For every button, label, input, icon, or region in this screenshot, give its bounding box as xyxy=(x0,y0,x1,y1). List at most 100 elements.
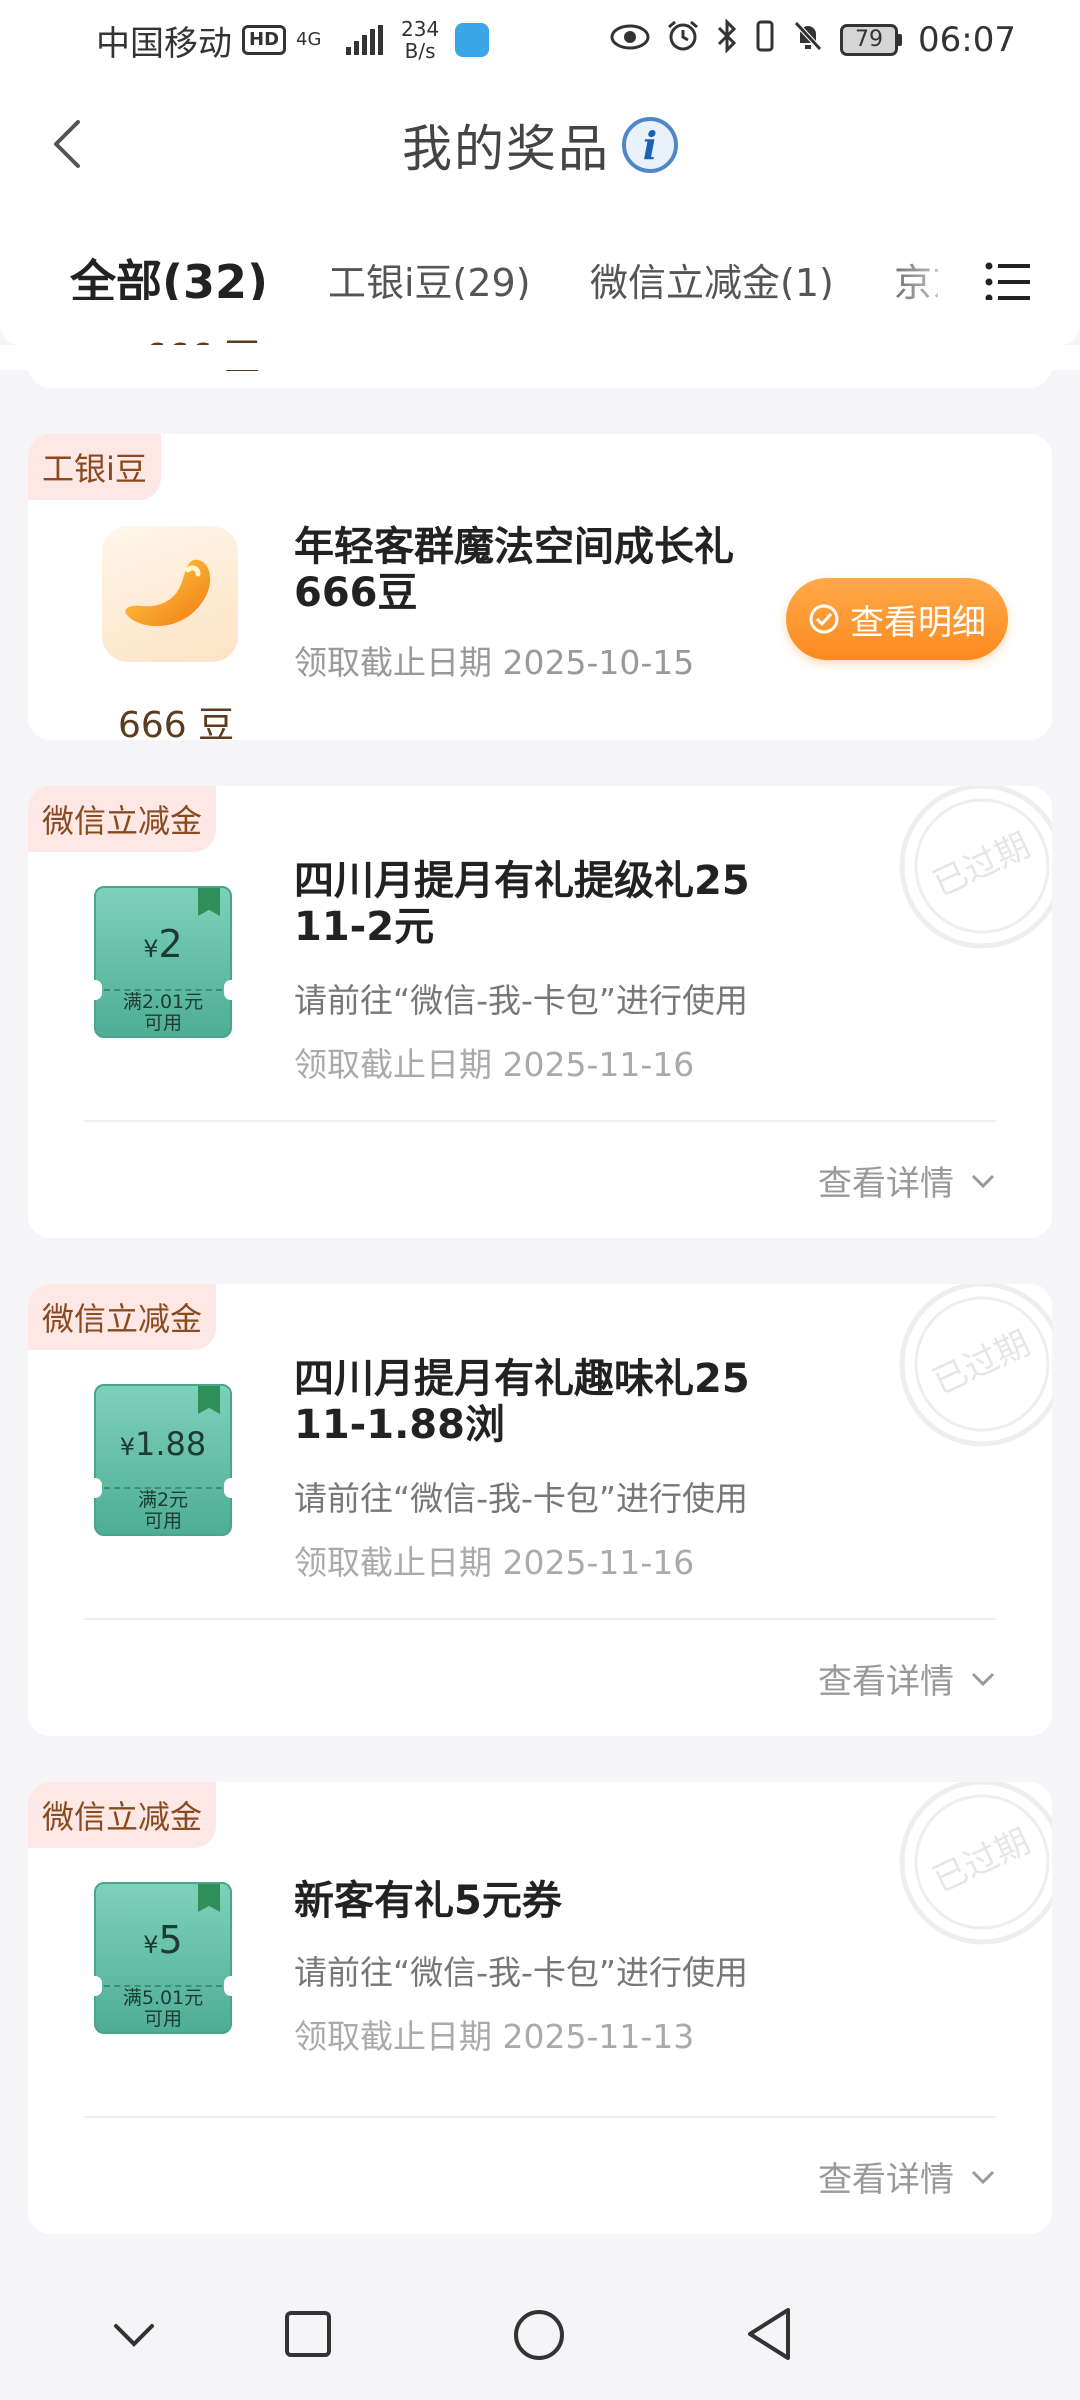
coupon-condition-usable: 可用 xyxy=(143,1012,182,1034)
signal-icon xyxy=(346,25,384,55)
view-more-label: 查看详情 xyxy=(818,1164,954,1204)
prize-description: 请前往“微信-我-卡包”进行使用 xyxy=(294,981,749,1020)
vibrate-icon xyxy=(754,19,776,61)
chevron-down-icon xyxy=(971,2170,995,2184)
expired-stamp-text: 已过期 xyxy=(927,1323,1036,1402)
tab-wechat-discount[interactable]: 微信立减金(1) xyxy=(590,252,834,307)
coupon-condition-usable: 可用 xyxy=(143,2008,182,2030)
coupon-image: ¥5 满5.01元 可用 xyxy=(88,1882,238,2034)
coupon-currency: ¥ xyxy=(143,1931,159,1959)
expired-stamp: 已过期 xyxy=(899,1284,1052,1447)
view-more-label: 查看详情 xyxy=(818,2160,954,2200)
alarm-icon xyxy=(666,19,700,61)
coupon-flag-icon xyxy=(198,1884,220,1912)
prize-description: 请前往“微信-我-卡包”进行使用 xyxy=(294,1953,749,1992)
chevron-down-icon xyxy=(971,1174,995,1188)
prize-title-line1: 四川月提月有礼趣味礼25 xyxy=(294,1356,750,1402)
battery-level: 79 xyxy=(840,24,899,56)
coupon-condition-threshold: 满2元 xyxy=(137,1489,189,1511)
carrier-label: 中国移动 xyxy=(96,23,232,64)
info-icon[interactable]: i xyxy=(622,117,678,173)
prize-title-line1: 四川月提月有礼提级礼25 xyxy=(294,858,750,904)
prize-tag: 微信立减金 xyxy=(28,1284,217,1350)
coupon-currency: ¥ xyxy=(119,1433,136,1461)
coupon-amount: 1.88 xyxy=(135,1425,207,1463)
coupon-image: ¥2 满2.01元 可用 xyxy=(88,886,238,1038)
eye-icon xyxy=(610,21,650,59)
chevron-down-icon xyxy=(971,1672,995,1686)
prize-card: 已过期 微信立减金 ¥1.88 满2元 可用 四川月提月有礼趣味礼25 11-1… xyxy=(28,1284,1052,1736)
prize-tag: 微信立减金 xyxy=(28,1782,217,1848)
page-header: 我的奖品 i xyxy=(0,80,1080,210)
recent-apps-icon[interactable] xyxy=(284,2310,332,2358)
battery-icon: 79 xyxy=(840,24,903,56)
home-icon[interactable] xyxy=(512,2308,566,2362)
bluetooth-icon xyxy=(716,18,738,61)
bean-amount: 666 豆 xyxy=(118,705,235,740)
system-nav-bar xyxy=(0,2270,1080,2400)
status-bar: 中国移动 HD 4G 234 B/s 79 06:07 xyxy=(0,0,1080,80)
page-title: 我的奖品 xyxy=(402,120,610,178)
view-details-button[interactable]: 查看明细 xyxy=(786,578,1008,660)
prize-tag: 工银i豆 xyxy=(28,434,161,500)
expired-stamp-text: 已过期 xyxy=(927,1821,1036,1900)
network-type: 4G xyxy=(296,29,322,50)
coupon-condition-threshold: 满2.01元 xyxy=(122,991,204,1013)
coupon-flag-icon xyxy=(198,888,220,916)
mute-bell-icon xyxy=(792,19,824,61)
prize-card: 工银i豆 666 豆 年轻客群魔法空间成长礼666豆 领取截止日期 2025-1… xyxy=(28,434,1052,740)
view-more-label: 查看详情 xyxy=(818,1662,954,1702)
hide-keyboard-chevron-icon[interactable] xyxy=(112,2320,156,2350)
coupon-condition: 满5.01元 可用 xyxy=(96,1988,230,2030)
bean-image xyxy=(102,526,238,662)
prize-card-partial: 666 豆 xyxy=(28,300,1052,388)
list-menu-icon[interactable] xyxy=(984,258,1032,306)
prize-description: 请前往“微信-我-卡包”进行使用 xyxy=(294,1479,749,1518)
coupon-amount: 5 xyxy=(158,1918,183,1962)
prize-deadline: 领取截止日期 2025-11-13 xyxy=(294,2017,695,2056)
prize-card: 已过期 微信立减金 ¥5 满5.01元 可用 新客有礼5元券 请前往“微信-我-… xyxy=(28,1782,1052,2234)
prize-tag: 微信立减金 xyxy=(28,786,217,852)
prize-title: 四川月提月有礼趣味礼25 11-1.88浏 xyxy=(294,1356,750,1448)
expired-stamp: 已过期 xyxy=(899,786,1052,949)
app-notification-icon xyxy=(455,23,490,57)
divider xyxy=(84,1120,996,1122)
view-details-label: 查看明细 xyxy=(850,602,986,643)
back-triangle-icon[interactable] xyxy=(744,2306,794,2362)
coupon-value: ¥1.88 xyxy=(96,1420,230,1464)
expired-stamp-text: 已过期 xyxy=(927,825,1036,904)
tab-icbc-beans[interactable]: 工银i豆(29) xyxy=(328,252,531,307)
back-arrow-icon[interactable] xyxy=(40,114,100,174)
view-more-link[interactable]: 查看详情 xyxy=(818,2152,996,2201)
prize-deadline: 领取截止日期 2025-10-15 xyxy=(294,643,695,682)
prize-title-line2: 11-2元 xyxy=(294,904,435,950)
coupon-condition: 满2.01元 可用 xyxy=(96,992,230,1034)
coupon-currency: ¥ xyxy=(143,935,159,963)
coupon-condition-usable: 可用 xyxy=(143,1510,182,1532)
view-more-link[interactable]: 查看详情 xyxy=(818,1156,996,1205)
divider xyxy=(84,2116,996,2118)
coupon-image: ¥1.88 满2元 可用 xyxy=(88,1384,238,1536)
network-speed: 234 B/s xyxy=(401,18,439,62)
prize-title-line1: 新客有礼5元券 xyxy=(294,1878,562,1924)
speed-value: 234 xyxy=(401,17,440,41)
coupon-value: ¥5 xyxy=(96,1918,230,1962)
coupon-condition: 满2元 可用 xyxy=(96,1490,230,1532)
prize-title: 年轻客群魔法空间成长礼666豆 xyxy=(294,524,734,616)
coupon-value: ¥2 xyxy=(96,922,230,966)
expired-stamp: 已过期 xyxy=(899,1782,1052,1945)
coupon-condition-threshold: 满5.01元 xyxy=(122,1987,204,2009)
hd-badge: HD xyxy=(242,25,287,55)
check-circle-icon xyxy=(809,604,839,634)
prize-deadline: 领取截止日期 2025-11-16 xyxy=(294,1543,695,1582)
speed-unit: B/s xyxy=(404,39,436,63)
bean-icon xyxy=(125,559,211,627)
clock: 06:07 xyxy=(918,20,1016,60)
prize-deadline: 领取截止日期 2025-11-16 xyxy=(294,1045,695,1084)
divider xyxy=(84,1618,996,1620)
view-more-link[interactable]: 查看详情 xyxy=(818,1654,996,1703)
prize-title: 新客有礼5元券 xyxy=(294,1878,562,1924)
prize-title: 四川月提月有礼提级礼25 11-2元 xyxy=(294,858,750,950)
coupon-amount: 2 xyxy=(158,922,183,966)
prize-title-line2: 11-1.88浏 xyxy=(294,1402,505,1448)
